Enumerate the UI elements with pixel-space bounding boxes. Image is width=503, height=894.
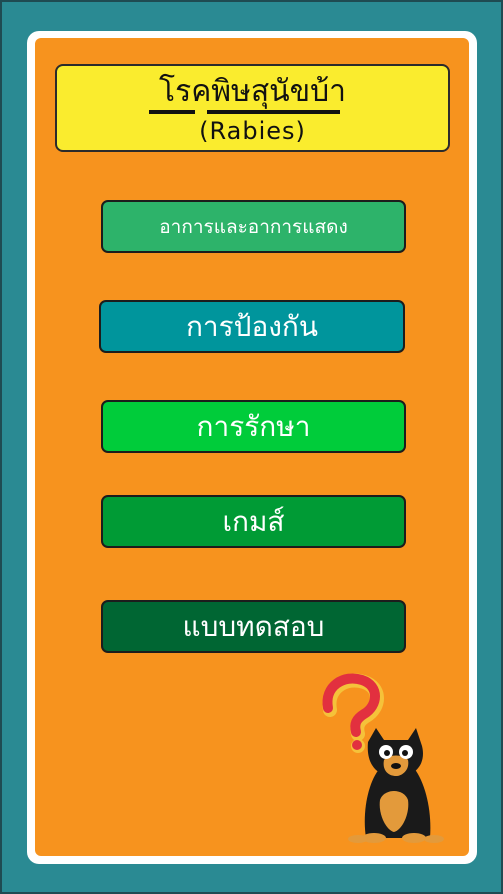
prevention-button-label: การป้องกัน xyxy=(185,309,319,343)
confused-dog-with-question-mark-icon xyxy=(318,672,448,844)
treatment-button-label: การรักษา xyxy=(196,409,311,443)
quiz-button[interactable]: แบบทดสอบ xyxy=(101,600,406,653)
game-button-label: เกมส์ xyxy=(222,504,285,538)
symptoms-button-label: อาการและอาการแสดง xyxy=(159,215,348,238)
game-button[interactable]: เกมส์ xyxy=(101,495,406,548)
page-subtitle: (Rabies) xyxy=(199,117,306,145)
title-banner: โรคพิษสุนัขบ้า (Rabies) xyxy=(55,64,450,152)
prevention-button[interactable]: การป้องกัน xyxy=(99,300,405,353)
title-underline-left xyxy=(149,110,195,114)
quiz-button-label: แบบทดสอบ xyxy=(182,609,325,643)
title-underline-right xyxy=(207,110,340,114)
symptoms-button[interactable]: อาการและอาการแสดง xyxy=(101,200,406,253)
treatment-button[interactable]: การรักษา xyxy=(101,400,406,453)
page-title: โรคพิษสุนัขบ้า xyxy=(158,74,347,109)
